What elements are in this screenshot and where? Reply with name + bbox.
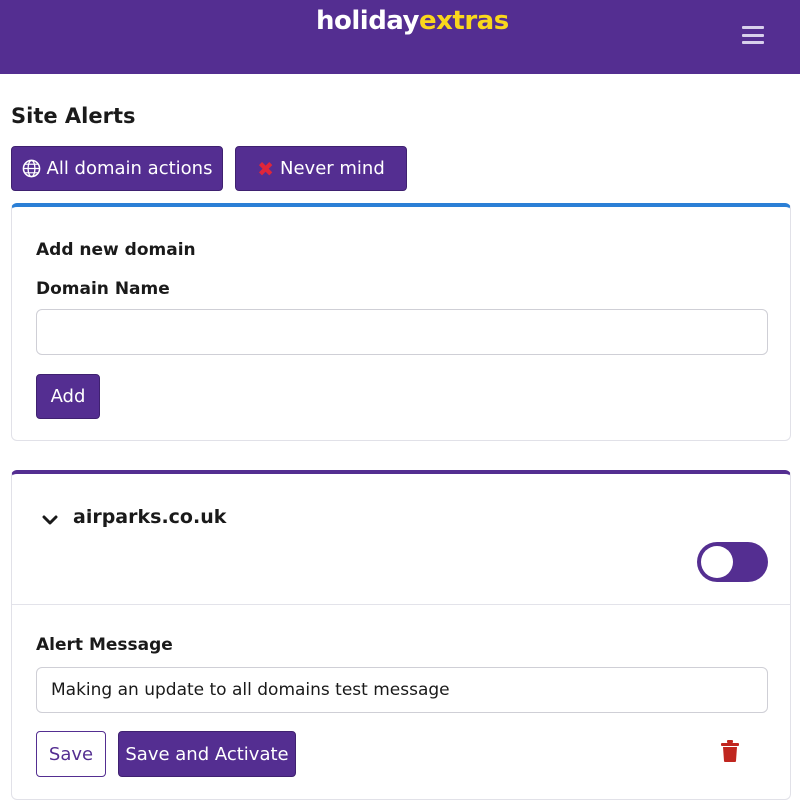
app-header: holidayextras: [0, 0, 800, 74]
toggle-knob: [701, 546, 733, 578]
trash-icon[interactable]: [721, 740, 739, 762]
never-mind-button[interactable]: ✖ Never mind: [235, 146, 407, 191]
save-button[interactable]: Save: [36, 731, 106, 777]
chevron-down-icon[interactable]: [42, 511, 58, 525]
domain-card: airparks.co.uk Alert Message Save Save a…: [11, 470, 791, 800]
page-title: Site Alerts: [11, 104, 136, 128]
all-domain-actions-label: All domain actions: [46, 158, 213, 179]
close-icon: ✖: [257, 156, 274, 181]
add-domain-button[interactable]: Add: [36, 374, 100, 419]
all-domain-actions-button[interactable]: All domain actions: [11, 146, 223, 191]
domain-active-toggle[interactable]: [697, 542, 768, 582]
alert-message-label: Alert Message: [36, 635, 173, 655]
add-domain-card: Add new domain Domain Name Add: [11, 203, 791, 441]
divider: [12, 604, 790, 605]
domain-name-input[interactable]: [36, 309, 768, 355]
domain-name[interactable]: airparks.co.uk: [73, 506, 226, 528]
alert-message-input[interactable]: [36, 667, 768, 713]
hamburger-icon[interactable]: [742, 26, 764, 44]
domain-name-label: Domain Name: [36, 279, 170, 299]
add-domain-heading: Add new domain: [36, 240, 196, 260]
globe-icon: [22, 159, 41, 178]
never-mind-label: Never mind: [280, 158, 385, 179]
holiday-extras-logo[interactable]: holidayextras: [316, 6, 509, 36]
save-and-activate-button[interactable]: Save and Activate: [118, 731, 296, 777]
